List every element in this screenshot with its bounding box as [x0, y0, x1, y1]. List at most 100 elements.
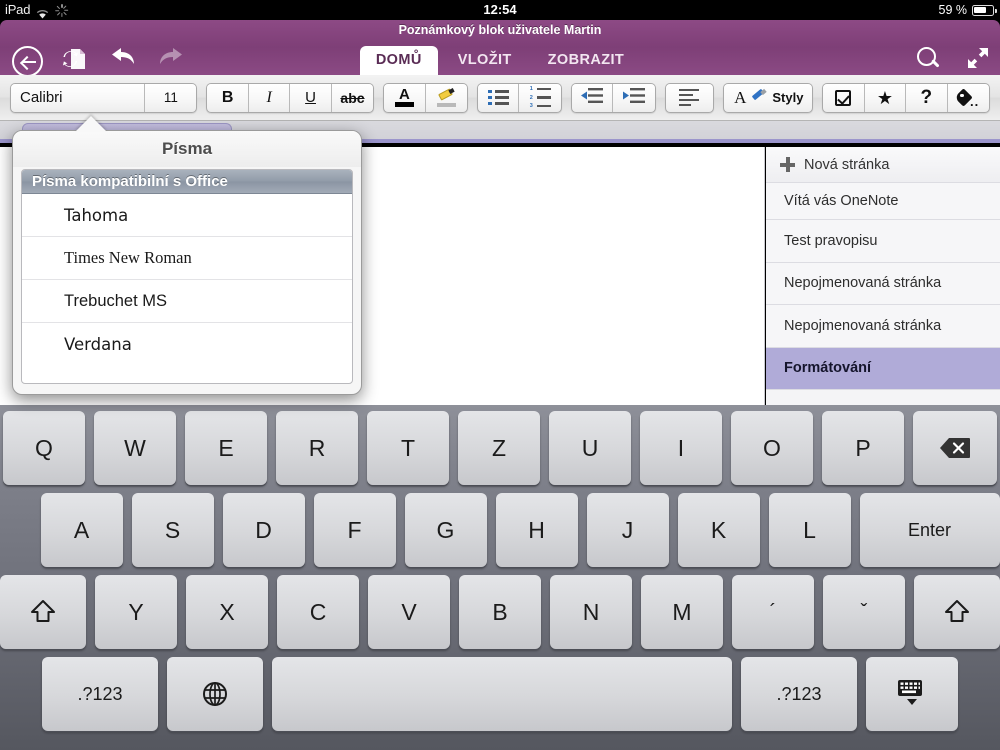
key-h[interactable]: H	[496, 493, 578, 567]
font-option-trebuchet-ms[interactable]: Trebuchet MS	[22, 280, 352, 323]
page-title: Nepojmenovaná stránka	[784, 275, 941, 291]
key-globe[interactable]	[167, 657, 263, 731]
font-color-swatch	[395, 102, 414, 107]
key-q[interactable]: Q	[3, 411, 85, 485]
bulleted-list-button[interactable]	[478, 84, 519, 112]
important-tag-button[interactable]: ★	[865, 84, 906, 112]
key-y[interactable]: Y	[95, 575, 177, 649]
key-m[interactable]: M	[641, 575, 723, 649]
styles-a-glyph: A	[734, 88, 746, 108]
key-v[interactable]: V	[368, 575, 450, 649]
key-o[interactable]: O	[731, 411, 813, 485]
key-r[interactable]: R	[276, 411, 358, 485]
font-color-button[interactable]: A	[384, 84, 425, 112]
key-n[interactable]: N	[550, 575, 632, 649]
increase-indent-icon	[623, 88, 645, 108]
key-hide-keyboard[interactable]	[866, 657, 958, 731]
key-acute-accent[interactable]: ´	[732, 575, 814, 649]
styles-group: A Styly	[723, 83, 813, 113]
align-left-icon	[679, 89, 699, 107]
key-e[interactable]: E	[185, 411, 267, 485]
tags-group: ★ ? ..	[822, 83, 990, 113]
key-shift-right[interactable]	[914, 575, 1000, 649]
bold-button[interactable]: B	[207, 84, 248, 112]
key-a[interactable]: A	[41, 493, 123, 567]
key-k[interactable]: K	[678, 493, 760, 567]
notebook-title: Poznámkový blok uživatele Martin	[0, 23, 1000, 37]
status-bar: iPad 12:54 59 %	[0, 0, 1000, 20]
numbered-list-icon: 1 2 3	[530, 86, 551, 109]
ipad-onenote-screen: iPad 12:54 59 % Poznámkový blok uživatel…	[0, 0, 1000, 750]
expand-icon[interactable]	[966, 46, 990, 70]
popover-arrow	[75, 116, 107, 132]
strikethrough-button[interactable]: abc	[332, 84, 373, 112]
keyboard-row-1: Q W E R T Z U I O P	[0, 411, 1000, 485]
key-g[interactable]: G	[405, 493, 487, 567]
decrease-indent-button[interactable]	[572, 84, 613, 112]
highlighter-icon	[437, 89, 456, 107]
page-list-item-0[interactable]: Vítá vás OneNote	[766, 183, 1000, 220]
ribbon-tab-bar: DOMŮ VLOŽIT ZOBRAZIT	[0, 46, 1000, 75]
key-p[interactable]: P	[822, 411, 904, 485]
page-list-item-4[interactable]: Formátování	[766, 348, 1000, 391]
key-enter[interactable]: Enter	[860, 493, 1000, 567]
tab-domu[interactable]: DOMŮ	[360, 46, 438, 75]
highlight-button[interactable]	[426, 84, 467, 112]
underline-button[interactable]: U	[290, 84, 331, 112]
ribbon-right-actions	[916, 46, 990, 70]
font-size-field[interactable]: 11	[145, 84, 196, 112]
popover-body: Písma kompatibilní s Office Tahoma Times…	[21, 169, 353, 384]
styles-button[interactable]: A Styly	[724, 84, 813, 112]
color-group: A	[383, 83, 468, 113]
key-z[interactable]: Z	[458, 411, 540, 485]
key-l[interactable]: L	[769, 493, 851, 567]
numbered-list-button[interactable]: 1 2 3	[519, 84, 560, 112]
highlight-swatch	[437, 103, 456, 107]
decrease-indent-icon	[581, 88, 603, 108]
page-list-item-3[interactable]: Nepojmenovaná stránka	[766, 305, 1000, 348]
key-i[interactable]: I	[640, 411, 722, 485]
key-d[interactable]: D	[223, 493, 305, 567]
key-numeric-left[interactable]: .?123	[42, 657, 158, 731]
question-tag-button[interactable]: ?	[906, 84, 947, 112]
checkbox-tag-icon	[835, 90, 851, 106]
font-option-verdana[interactable]: Verdana	[22, 323, 352, 366]
align-left-button[interactable]	[666, 84, 713, 112]
key-u[interactable]: U	[549, 411, 631, 485]
font-option-times-new-roman[interactable]: Times New Roman	[22, 237, 352, 280]
bulleted-list-icon	[488, 90, 509, 106]
search-icon[interactable]	[916, 46, 940, 70]
font-name-field[interactable]: Calibri	[11, 84, 145, 112]
underline-label: U	[305, 89, 316, 106]
format-toolbar: Calibri 11 B I U abc A	[0, 75, 1000, 121]
key-numeric-right[interactable]: .?123	[741, 657, 857, 731]
italic-button[interactable]: I	[249, 84, 290, 112]
increase-indent-button[interactable]	[613, 84, 654, 112]
key-j[interactable]: J	[587, 493, 669, 567]
font-color-letter: A	[399, 89, 410, 101]
page-title: Vítá vás OneNote	[784, 193, 898, 209]
key-b[interactable]: B	[459, 575, 541, 649]
page-list-item-1[interactable]: Test pravopisu	[766, 220, 1000, 263]
page-list: Nová stránka Vítá vás OneNote Test pravo…	[766, 147, 1000, 405]
key-backspace[interactable]	[913, 411, 997, 485]
tab-vlozit[interactable]: VLOŽIT	[442, 46, 528, 75]
star-tag-icon: ★	[877, 89, 893, 107]
more-tags-button[interactable]: ..	[948, 84, 989, 112]
key-w[interactable]: W	[94, 411, 176, 485]
page-title: Nepojmenovaná stránka	[784, 318, 941, 334]
key-c[interactable]: C	[277, 575, 359, 649]
page-list-item-2[interactable]: Nepojmenovaná stránka	[766, 263, 1000, 306]
key-f[interactable]: F	[314, 493, 396, 567]
key-s[interactable]: S	[132, 493, 214, 567]
font-option-tahoma[interactable]: Tahoma	[22, 194, 352, 237]
key-x[interactable]: X	[186, 575, 268, 649]
new-page-button[interactable]: Nová stránka	[766, 147, 1000, 183]
brush-icon	[751, 90, 767, 106]
key-caron-accent[interactable]: ˇ	[823, 575, 905, 649]
key-space[interactable]	[272, 657, 732, 731]
todo-tag-button[interactable]	[823, 84, 864, 112]
key-t[interactable]: T	[367, 411, 449, 485]
key-shift-left[interactable]	[0, 575, 86, 649]
tab-zobrazit[interactable]: ZOBRAZIT	[532, 46, 641, 75]
